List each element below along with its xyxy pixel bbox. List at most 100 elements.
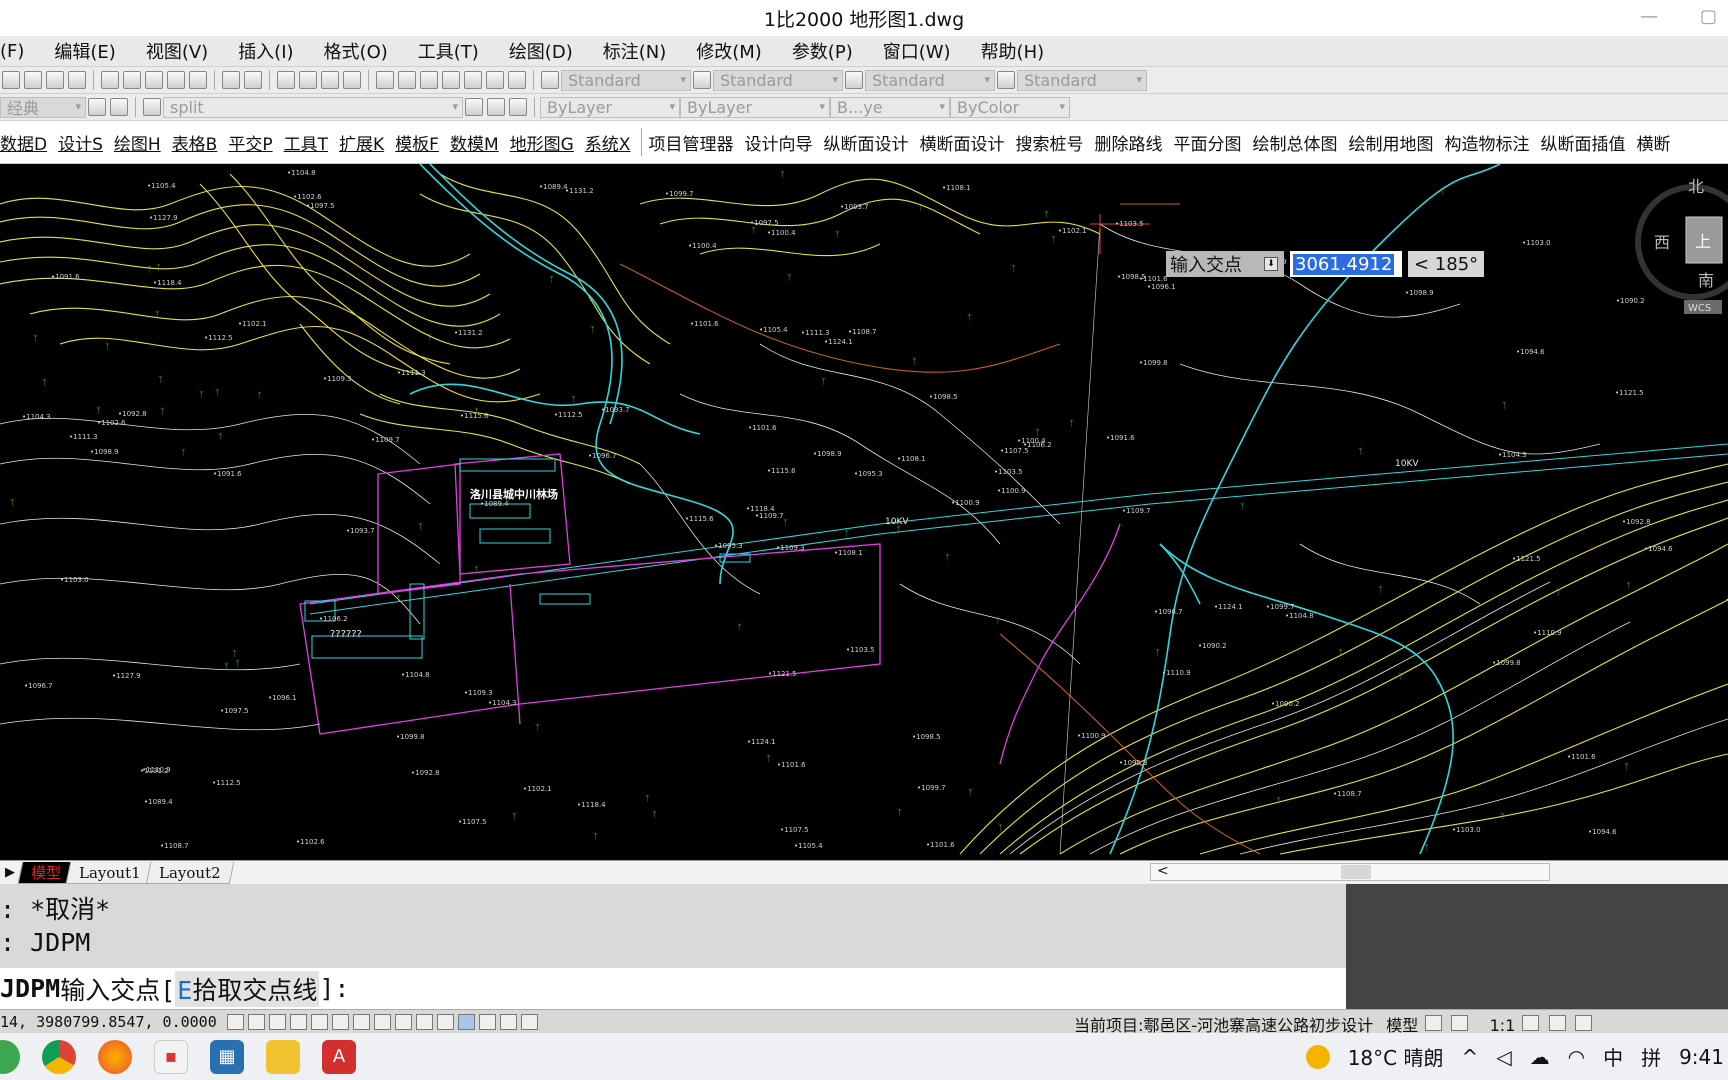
menu-draw[interactable]: 绘图(D) <box>509 38 573 64</box>
zoom-realtime-icon[interactable] <box>299 71 317 89</box>
layer-state-icon[interactable] <box>143 98 161 116</box>
firefox-icon[interactable] <box>98 1039 132 1074</box>
volume-icon[interactable]: ◁ <box>1496 1045 1511 1069</box>
zoom-window-icon[interactable] <box>321 71 339 89</box>
cmd-delete-route[interactable]: 删除路线 <box>1094 130 1162 155</box>
make-current-icon[interactable] <box>465 98 483 116</box>
layer-combo[interactable]: split ▾ <box>163 96 463 118</box>
wifi-icon[interactable]: ◠ <box>1568 1045 1585 1069</box>
dim-style-combo[interactable]: Standard ▾ <box>713 69 843 91</box>
quick-properties-icon[interactable] <box>478 1013 496 1030</box>
plot-icon[interactable] <box>68 71 86 89</box>
menu-window[interactable]: 窗口(W) <box>883 38 951 64</box>
cmd-profile-design[interactable]: 纵断面设计 <box>823 130 908 155</box>
object-snap-icon[interactable] <box>331 1013 349 1030</box>
menu-data[interactable]: 数据D <box>0 130 47 155</box>
ime-pinyin[interactable]: 拼 <box>1641 1042 1661 1071</box>
cmd-overall-plan[interactable]: 绘制总体图 <box>1252 130 1337 155</box>
infer-constraints-icon[interactable] <box>226 1013 244 1030</box>
viewcube[interactable]: 北 西 上 南 WCS <box>1628 172 1728 342</box>
snap-mode-icon[interactable] <box>247 1013 265 1030</box>
cmd-search-station[interactable]: 搜索桩号 <box>1015 130 1083 155</box>
workspace-switch-icon[interactable] <box>1548 1015 1566 1031</box>
multileader-style-icon[interactable] <box>997 71 1015 89</box>
paste-icon[interactable] <box>145 71 163 89</box>
menu-dimension[interactable]: 标注(N) <box>603 38 667 64</box>
open-icon[interactable] <box>24 71 42 89</box>
help-icon[interactable] <box>508 71 526 89</box>
workspace-settings-icon[interactable] <box>88 98 106 116</box>
menu-view[interactable]: 视图(V) <box>146 38 208 64</box>
dynamic-input-distance[interactable]: 3061.4912 <box>1290 251 1402 277</box>
menu-edit[interactable]: 编辑(E) <box>54 38 115 64</box>
menu-table[interactable]: 表格B <box>172 130 218 155</box>
annotation-monitor-icon[interactable] <box>520 1013 538 1030</box>
drawing-quickview-icon[interactable] <box>1451 1015 1469 1031</box>
design-center-icon[interactable] <box>398 71 416 89</box>
menu-tools[interactable]: 工具(T) <box>418 38 479 64</box>
scroll-thumb[interactable] <box>1341 865 1371 879</box>
tray-chevron-icon[interactable]: ^ <box>1461 1045 1478 1069</box>
plotstyle-combo[interactable]: ByColor ▾ <box>950 96 1070 118</box>
workspace-combo[interactable]: 经典 ▾ <box>0 96 86 118</box>
layer-isolate-icon[interactable] <box>509 98 527 116</box>
command-option[interactable]: E拾取交点线 <box>175 970 320 1007</box>
menu-intersection[interactable]: 平交P <box>228 130 272 155</box>
tab-layout1[interactable]: Layout1 <box>65 861 154 884</box>
redo-icon[interactable] <box>244 71 262 89</box>
menu-parameter[interactable]: 参数(P) <box>792 38 853 64</box>
file-explorer-icon[interactable] <box>266 1039 300 1074</box>
model-space-label[interactable]: 模型 <box>1386 1016 1418 1033</box>
image-app-icon[interactable]: ▪ <box>154 1039 188 1074</box>
new-icon[interactable] <box>2 71 20 89</box>
annotation-scale[interactable]: 1:1 <box>1490 1016 1516 1033</box>
cmd-plan-split[interactable]: 平面分图 <box>1173 130 1241 155</box>
dim-style-icon[interactable] <box>693 71 711 89</box>
scroll-left-icon[interactable]: < <box>1157 863 1169 879</box>
lock-icon[interactable] <box>1574 1015 1592 1031</box>
restore-icon[interactable]: ▢ <box>1700 6 1717 27</box>
text-style-combo[interactable]: Standard ▾ <box>561 69 691 91</box>
undo-icon[interactable] <box>222 71 240 89</box>
selection-cycling-icon[interactable] <box>499 1013 517 1030</box>
cmd-project-manager[interactable]: 项目管理器 <box>648 130 733 155</box>
calculator-app-icon[interactable]: ▦ <box>210 1039 244 1074</box>
menu-help[interactable]: 帮助(H) <box>981 38 1045 64</box>
layout-quickview-icon[interactable] <box>1425 1015 1443 1031</box>
properties-icon[interactable] <box>376 71 394 89</box>
menu-insert[interactable]: 插入(I) <box>238 38 293 64</box>
copy-icon[interactable] <box>123 71 141 89</box>
tab-nav-icon[interactable]: ▶ <box>0 865 20 880</box>
table-style-icon[interactable] <box>845 71 863 89</box>
menu-template[interactable]: 模板F <box>395 130 439 155</box>
menu-system[interactable]: 系统X <box>585 130 631 155</box>
cmd-land-use-map[interactable]: 绘制用地图 <box>1348 130 1433 155</box>
dynamic-input-angle[interactable]: < 185° <box>1408 251 1484 277</box>
dynamic-ucs-icon[interactable] <box>394 1013 412 1030</box>
windows-app-icon[interactable] <box>0 1039 20 1074</box>
command-prompt[interactable]: JDPM 输入交点[ E拾取交点线 ]: <box>0 968 1346 1009</box>
chrome-icon[interactable] <box>42 1039 76 1074</box>
cut-icon[interactable] <box>101 71 119 89</box>
cmd-profile-interpolate[interactable]: 纵断面插值 <box>1540 130 1625 155</box>
polar-tracking-icon[interactable] <box>310 1013 328 1030</box>
ortho-mode-icon[interactable] <box>289 1013 307 1030</box>
match-properties-icon[interactable] <box>167 71 185 89</box>
autocad-icon[interactable]: A <box>322 1039 356 1074</box>
weather-text[interactable]: 18°C 晴朗 <box>1348 1042 1444 1071</box>
snap-tracking-icon[interactable] <box>373 1013 391 1030</box>
ime-chinese[interactable]: 中 <box>1603 1042 1623 1071</box>
3d-object-snap-icon[interactable] <box>352 1013 370 1030</box>
layer-previous-icon[interactable] <box>487 98 505 116</box>
tool-palettes-icon[interactable] <box>420 71 438 89</box>
text-style-icon[interactable] <box>541 71 559 89</box>
annotation-visibility-icon[interactable] <box>1522 1015 1540 1031</box>
horizontal-scrollbar[interactable]: < <box>1150 863 1550 881</box>
layer-manager-icon[interactable] <box>110 98 128 116</box>
menu-extend[interactable]: 扩展K <box>339 130 384 155</box>
menu-dtm[interactable]: 数模M <box>450 130 499 155</box>
menu-format[interactable]: 格式(O) <box>324 38 388 64</box>
cmd-structure-label[interactable]: 构造物标注 <box>1444 130 1529 155</box>
pan-icon[interactable] <box>277 71 295 89</box>
dynamic-input-icon[interactable] <box>415 1013 433 1030</box>
